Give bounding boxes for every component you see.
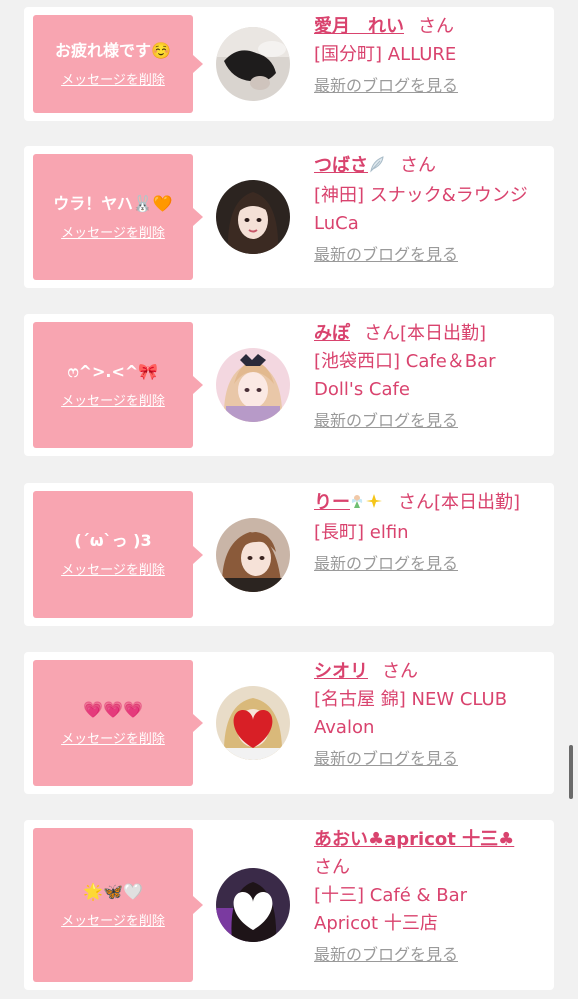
- delete-message-link[interactable]: メッセージを削除: [61, 390, 165, 409]
- avatar[interactable]: [216, 518, 290, 592]
- message-card: お疲れ様です☺️ メッセージを削除 愛月 れい さん [国分町] ALLURE 最…: [24, 7, 554, 121]
- scrollbar[interactable]: [569, 745, 573, 799]
- message-card: ෆ^>.<^🎀 メッセージを削除 みぽ さん[本日出勤] [池袋西口] Cafe＆…: [24, 314, 554, 456]
- avatar[interactable]: [216, 868, 290, 942]
- latest-blog-link[interactable]: 最新のブログを見る: [314, 410, 534, 432]
- message-card: ウラ！ヤハ🐰🧡 メッセージを削除 つばさ さん [神田] スナック&ラウンジLuC…: [24, 146, 554, 288]
- honorific: さん: [418, 16, 454, 37]
- message-bubble: 💗💗💗 メッセージを削除: [33, 660, 203, 786]
- message-text: ウラ！ヤハ🐰🧡: [53, 193, 173, 213]
- message-text: ෆ^>.<^🎀: [67, 361, 159, 381]
- message-bubble: ウラ！ヤハ🐰🧡 メッセージを削除: [33, 154, 203, 280]
- message-bubble: 🌟🦋🤍 メッセージを削除: [33, 828, 203, 982]
- latest-blog-link[interactable]: 最新のブログを見る: [314, 944, 534, 966]
- shop-name: [名古屋 錦] NEW CLUB Avalon: [314, 689, 508, 738]
- avatar[interactable]: [216, 180, 290, 254]
- latest-blog-link[interactable]: 最新のブログを見る: [314, 553, 534, 575]
- cast-info: あおい♣apricot 十三♣ さん [十三] Café & Bar Apric…: [314, 826, 534, 966]
- honorific: さん: [314, 857, 350, 878]
- message-text: 🌟🦋🤍: [83, 881, 143, 901]
- cast-name-link[interactable]: つばさ: [314, 155, 368, 176]
- avatar[interactable]: [216, 686, 290, 760]
- delete-message-link[interactable]: メッセージを削除: [61, 222, 165, 241]
- delete-message-link[interactable]: メッセージを削除: [61, 910, 165, 929]
- message-text: (´ω`っ )3: [74, 531, 152, 550]
- shop-name: [長町] elfin: [314, 522, 409, 543]
- latest-blog-link[interactable]: 最新のブログを見る: [314, 748, 534, 770]
- latest-blog-link[interactable]: 最新のブログを見る: [314, 244, 534, 266]
- delete-message-link[interactable]: メッセージを削除: [61, 728, 165, 747]
- honorific: さん: [398, 492, 434, 513]
- feather-icon: [368, 154, 386, 182]
- avatar[interactable]: [216, 348, 290, 422]
- message-card: 🌟🦋🤍 メッセージを削除 あおい♣apricot 十三♣ さん [十三] Caf…: [24, 820, 554, 990]
- message-text: 💗💗💗: [83, 699, 143, 719]
- message-bubble: (´ω`っ )3 メッセージを削除: [33, 491, 203, 618]
- shop-name: [神田] スナック&ラウンジLuCa: [314, 185, 528, 234]
- message-bubble: ෆ^>.<^🎀 メッセージを削除: [33, 322, 203, 448]
- message-card: (´ω`っ )3 メッセージを削除 りー さん[本日出勤] [長町] elfin …: [24, 483, 554, 626]
- cast-info: 愛月 れい さん [国分町] ALLURE 最新のブログを見る: [314, 13, 534, 97]
- message-bubble: お疲れ様です☺️ メッセージを削除: [33, 15, 203, 113]
- honorific: さん: [364, 323, 400, 344]
- working-today-badge: [本日出勤]: [434, 492, 521, 513]
- cast-name-link[interactable]: シオリ: [314, 661, 368, 682]
- shop-name: [池袋西口] Cafe＆Bar Doll's Cafe: [314, 351, 496, 400]
- shop-name: [十三] Café & Bar Apricot 十三店: [314, 885, 468, 934]
- cast-name-link[interactable]: 愛月 れい: [314, 16, 404, 37]
- working-today-badge: [本日出勤]: [400, 323, 487, 344]
- cast-name-link[interactable]: りー: [314, 492, 350, 513]
- delete-message-link[interactable]: メッセージを削除: [61, 69, 165, 88]
- message-text: お疲れ様です☺️: [55, 40, 171, 60]
- cast-info: シオリ さん [名古屋 錦] NEW CLUB Avalon 最新のブログを見る: [314, 658, 534, 770]
- fairy-sparkles-icon: [350, 491, 384, 519]
- latest-blog-link[interactable]: 最新のブログを見る: [314, 75, 534, 97]
- message-list: お疲れ様です☺️ メッセージを削除 愛月 れい さん [国分町] ALLURE 最…: [0, 0, 578, 999]
- cast-info: りー さん[本日出勤] [長町] elfin 最新のブログを見る: [314, 489, 534, 575]
- shop-name: [国分町] ALLURE: [314, 44, 457, 65]
- message-card: 💗💗💗 メッセージを削除 シオリ さん [名古屋 錦] NEW CLUB Aval…: [24, 652, 554, 794]
- delete-message-link[interactable]: メッセージを削除: [61, 559, 165, 578]
- avatar[interactable]: [216, 27, 290, 101]
- honorific: さん: [400, 155, 436, 176]
- honorific: さん: [382, 661, 418, 682]
- cast-info: つばさ さん [神田] スナック&ラウンジLuCa 最新のブログを見る: [314, 152, 534, 266]
- cast-name-link[interactable]: あおい♣apricot 十三♣: [314, 829, 514, 850]
- cast-name-link[interactable]: みぽ: [314, 323, 350, 344]
- cast-info: みぽ さん[本日出勤] [池袋西口] Cafe＆Bar Doll's Cafe 最…: [314, 320, 534, 432]
